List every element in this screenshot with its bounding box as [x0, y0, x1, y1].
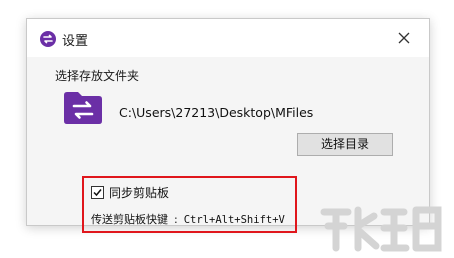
folder-path: C:\Users\27213\Desktop\MFiles: [119, 105, 314, 120]
window-title: 设置: [62, 34, 89, 49]
storage-folder-label: 选择存放文件夹: [55, 69, 140, 83]
title-bar: 设置: [27, 19, 429, 57]
app-logo-icon: [40, 31, 56, 47]
close-icon: [398, 32, 410, 44]
folder-sync-icon: [63, 91, 103, 125]
watermark-logo: [318, 196, 452, 256]
settings-dialog: 设置 选择存放文件夹 C:\Users\27213\Desktop\MFiles…: [26, 18, 430, 233]
hotkey-label: 传送剪贴板快键: [91, 213, 168, 226]
hotkey-separator: :: [174, 213, 178, 226]
close-button[interactable]: [393, 27, 415, 49]
sync-clipboard-label[interactable]: 同步剪贴板: [109, 184, 169, 201]
hotkey-keys: Ctrl+Alt+Shift+V: [183, 214, 285, 226]
clipboard-hotkey-row: 传送剪贴板快键: Ctrl+Alt+Shift+V: [91, 211, 285, 227]
select-directory-button[interactable]: 选择目录: [297, 133, 393, 156]
sync-clipboard-checkbox[interactable]: [91, 186, 104, 199]
checkmark-icon: [93, 189, 102, 197]
